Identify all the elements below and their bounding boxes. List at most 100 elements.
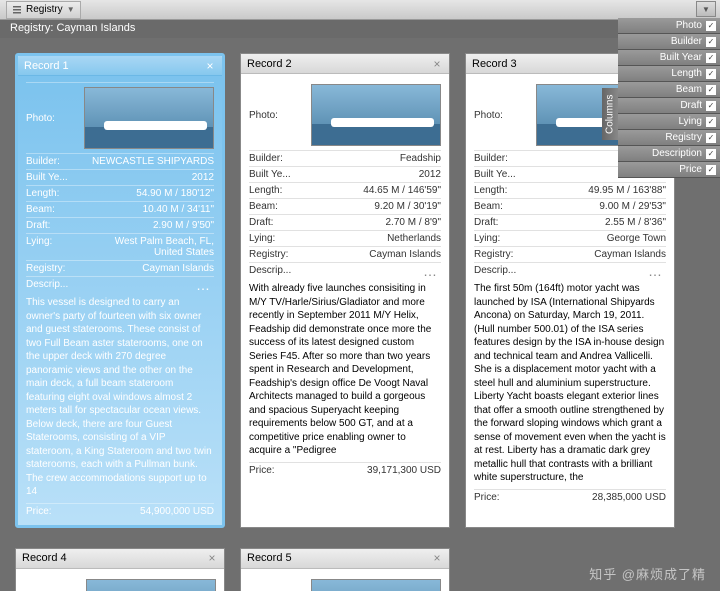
yacht-photo: [311, 84, 441, 146]
field-value: 2.70 M / 8'9": [386, 217, 442, 228]
field-label: Descrip...: [26, 279, 68, 290]
column-item[interactable]: Length✓: [618, 66, 720, 82]
column-label: Builder: [671, 36, 702, 47]
column-label: Lying: [678, 116, 702, 127]
field-label: Photo:: [474, 110, 503, 121]
close-icon[interactable]: ×: [431, 552, 443, 564]
card-title: Record 4: [22, 552, 67, 564]
description-text: With already five launches consisiting i…: [249, 278, 441, 462]
field-label: Draft:: [249, 217, 273, 228]
column-label: Beam: [676, 84, 702, 95]
column-label: Photo: [676, 20, 702, 31]
record-card[interactable]: Record 1 × Photo: Builder: NEWCASTLE SHIPYAR…: [15, 53, 225, 528]
column-label: Built Year: [660, 52, 702, 63]
card-title: Record 1: [24, 60, 69, 72]
field-label: Lying:: [249, 233, 275, 244]
column-item[interactable]: Beam ✓: [618, 82, 720, 98]
column-item[interactable]: Lying ✓: [618, 114, 720, 130]
checkbox-icon: ✓: [706, 133, 716, 143]
field-value: Cayman Islands: [594, 249, 666, 260]
field-label: Lying:: [474, 233, 500, 244]
breadcrumb: Registry: Cayman Islands: [0, 20, 720, 38]
column-item[interactable]: Description ✓: [618, 146, 720, 162]
checkbox-icon: ✓: [706, 85, 716, 95]
yacht-photo: [84, 87, 214, 149]
field-value: Netherlands: [387, 233, 441, 244]
checkbox-icon: ✓: [706, 165, 716, 175]
field-label: Draft:: [474, 217, 498, 228]
field-value: 44.65 M / 146'59": [363, 185, 441, 196]
record-card[interactable]: Record 2 × Photo: Builder: Feadship Built Ye.…: [240, 53, 450, 528]
field-value: 2.90 M / 9'50": [153, 220, 214, 231]
field-value: 2.55 M / 8'36": [605, 217, 666, 228]
field-value: 28,385,000 USD: [592, 492, 666, 503]
watermark: 知乎 @麻烦成了精: [589, 564, 706, 583]
card-header: Record 2 ×: [241, 54, 449, 74]
column-item[interactable]: Builder ✓: [618, 34, 720, 50]
field-label: Price:: [249, 465, 275, 476]
field-label: Beam:: [26, 204, 55, 215]
field-label: Photo:: [249, 110, 278, 121]
field-label: Photo:: [26, 113, 55, 124]
field-label: Price:: [26, 506, 52, 517]
checkbox-icon: ✓: [706, 69, 716, 79]
field-label: Price:: [474, 492, 500, 503]
close-icon[interactable]: ×: [206, 552, 218, 564]
field-label: Built Ye...: [26, 172, 68, 183]
field-label: Beam:: [474, 201, 503, 212]
column-label: Registry: [665, 132, 702, 143]
record-card[interactable]: Record 5×Photo:: [240, 548, 450, 591]
checkbox-icon: ✓: [706, 21, 716, 31]
field-value: 54.90 M / 180'12": [136, 188, 214, 199]
topbar: Registry ▼: [0, 0, 720, 20]
field-value: 2012: [419, 169, 441, 180]
close-icon[interactable]: ×: [431, 58, 443, 70]
description-text: This vessel is designed to carry an owne…: [26, 292, 214, 503]
field-label: Built Ye...: [249, 169, 291, 180]
field-value: West Palm Beach, FL, United States: [84, 236, 214, 258]
card-title: Record 5: [247, 552, 292, 564]
column-label: Description: [652, 148, 702, 159]
checkbox-icon: ✓: [706, 53, 716, 63]
column-item[interactable]: Draft✓: [618, 98, 720, 114]
field-value: 2012: [192, 172, 214, 183]
tab-label: Registry: [26, 4, 63, 15]
columns-tab[interactable]: Columns: [602, 88, 618, 140]
field-value: 54,900,000 USD: [140, 506, 214, 517]
card-title: Record 2: [247, 58, 292, 70]
column-item[interactable]: Built Year ✓: [618, 50, 720, 66]
columns-panel-toggle[interactable]: ▼: [696, 1, 716, 17]
checkbox-icon: ✓: [706, 149, 716, 159]
description-text: The first 50m (164ft) motor yacht was la…: [474, 278, 666, 489]
field-label: Descrip...: [474, 265, 516, 276]
field-label: Draft:: [26, 220, 50, 231]
card-title: Record 3: [472, 58, 517, 70]
field-label: Lying:: [26, 236, 52, 247]
field-label: Builder:: [26, 156, 60, 167]
field-value: 39,171,300 USD: [367, 465, 441, 476]
checkbox-icon: ✓: [706, 117, 716, 127]
column-item[interactable]: Registry ✓: [618, 130, 720, 146]
field-value: NEWCASTLE SHIPYARDS: [92, 156, 214, 167]
column-label: Draft: [680, 100, 702, 111]
field-value: Cayman Islands: [142, 263, 214, 274]
field-value: 9.00 M / 29'53": [599, 201, 666, 212]
card-header: Record 4 ×: [16, 549, 224, 569]
column-item[interactable]: Photo ✓: [618, 18, 720, 34]
field-value: 9.20 M / 30'19": [374, 201, 441, 212]
field-value: Feadship: [400, 153, 441, 164]
registry-tab[interactable]: Registry ▼: [6, 1, 81, 19]
close-icon[interactable]: ×: [204, 60, 216, 72]
checkbox-icon: ✓: [706, 37, 716, 47]
field-label: Builder:: [249, 153, 283, 164]
column-item[interactable]: Price ✓: [618, 162, 720, 178]
chevron-down-icon: ▼: [67, 5, 75, 14]
record-card[interactable]: Record 4×Photo:: [15, 548, 225, 591]
yacht-photo: [311, 579, 441, 591]
column-label: Price: [679, 164, 702, 175]
field-label: Length:: [249, 185, 282, 196]
field-label: Descrip...: [249, 265, 291, 276]
card-header: Record 5 ×: [241, 549, 449, 569]
yacht-photo: [86, 579, 216, 591]
field-label: Registry:: [249, 249, 288, 260]
